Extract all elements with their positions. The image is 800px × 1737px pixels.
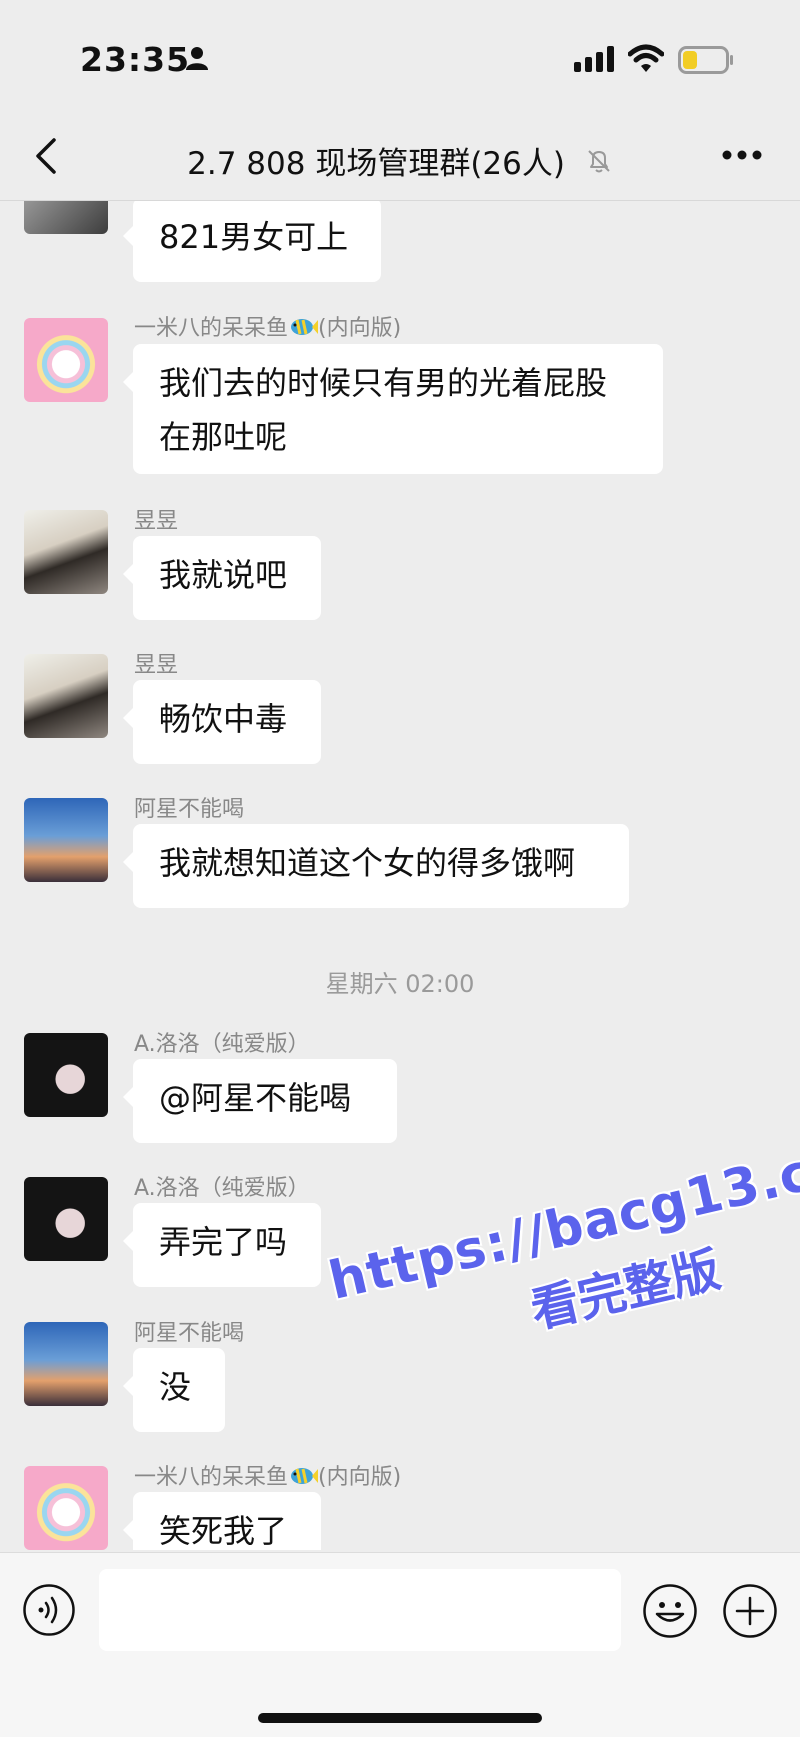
chat-header: 2.7 808 现场管理群(26人) [0, 118, 800, 201]
message-bubble[interactable]: 弄完了吗 [123, 1203, 321, 1287]
more-icon[interactable] [720, 148, 764, 162]
avatar[interactable] [24, 318, 108, 402]
signal-icon [574, 46, 614, 72]
sender-name: A.洛洛（纯爱版） [134, 1032, 310, 1057]
message-input[interactable] [99, 1569, 621, 1651]
avatar[interactable] [24, 200, 108, 234]
plus-icon[interactable] [722, 1583, 778, 1639]
message-bubble[interactable]: 我就说吧 [123, 536, 321, 620]
message-bubble[interactable]: 我就想知道这个女的得多饿啊 [123, 824, 629, 908]
wifi-icon [628, 44, 664, 72]
sender-name: 一米八的呆呆鱼 (内向版) [134, 1459, 401, 1491]
message-bubble[interactable]: 畅饮中毒 [123, 680, 321, 764]
fish-emoji-icon [291, 319, 319, 335]
status-bar: 23:35 [0, 0, 800, 118]
avatar[interactable] [24, 1177, 108, 1261]
avatar[interactable] [24, 1466, 108, 1550]
timestamp: 星期六 02:00 [325, 970, 475, 998]
message-bubble[interactable]: 没 [123, 1348, 225, 1432]
sender-name-text: 一米八的呆呆鱼 [134, 316, 289, 341]
home-indicator[interactable] [258, 1713, 542, 1723]
sender-name: 昱昱 [134, 653, 179, 678]
person-icon [186, 47, 208, 70]
sender-suffix: (内向版) [318, 1465, 402, 1490]
avatar[interactable] [24, 1033, 108, 1117]
chat-title-wrap: 2.7 808 现场管理群(26人) [0, 138, 800, 183]
battery-icon [678, 46, 733, 74]
sender-name: 阿星不能喝 [134, 1321, 245, 1346]
input-bar [0, 1552, 800, 1737]
sender-suffix: (内向版) [318, 316, 402, 341]
message-bubble[interactable]: 笑死我了 [123, 1492, 321, 1550]
emoji-icon[interactable] [642, 1583, 698, 1639]
status-time: 23:35 [80, 40, 191, 79]
sender-name-text: 一米八的呆呆鱼 [134, 1465, 289, 1490]
voice-icon[interactable] [22, 1583, 76, 1637]
avatar[interactable] [24, 1322, 108, 1406]
chat-title: 2.7 808 现场管理群(26人) [187, 146, 565, 182]
sender-name: 昱昱 [134, 509, 179, 534]
sender-name: A.洛洛（纯爱版） [134, 1176, 310, 1201]
sender-name: 阿星不能喝 [134, 797, 245, 822]
avatar[interactable] [24, 510, 108, 594]
message-bubble[interactable]: 我们去的时候只有男的光着屁股在那吐呢 [123, 344, 663, 474]
message-bubble[interactable]: 821男女可上 [123, 200, 381, 282]
avatar[interactable] [24, 798, 108, 882]
mute-icon [588, 149, 610, 172]
fish-emoji-icon [291, 1468, 319, 1484]
avatar[interactable] [24, 654, 108, 738]
message-bubble[interactable]: @阿星不能喝 [123, 1059, 397, 1143]
sender-name: 一米八的呆呆鱼 (内向版) [134, 310, 401, 342]
